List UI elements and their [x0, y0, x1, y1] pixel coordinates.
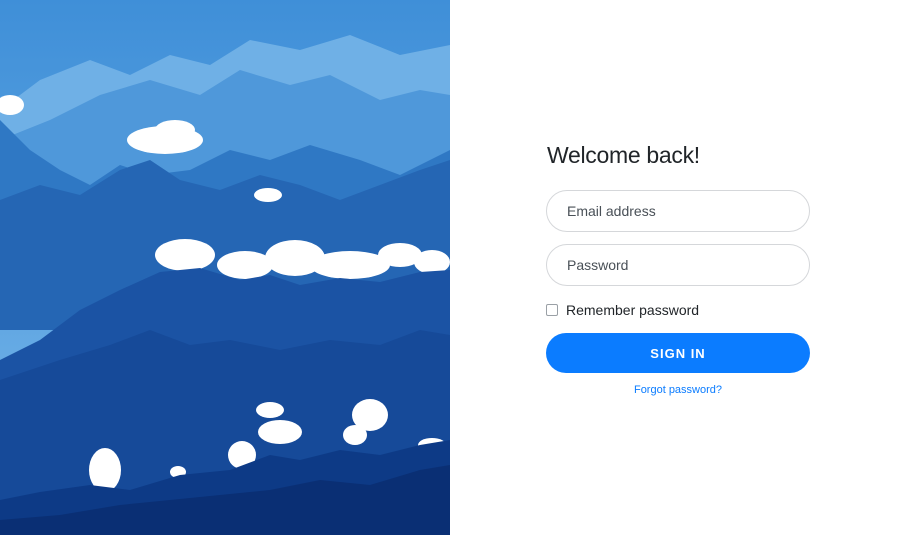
remember-password-checkbox[interactable] [546, 304, 558, 316]
email-field[interactable] [546, 190, 810, 232]
password-field[interactable] [546, 244, 810, 286]
hero-image [0, 0, 450, 535]
login-page: Welcome back! Remember password SIGN IN … [0, 0, 900, 535]
sign-in-button[interactable]: SIGN IN [546, 333, 810, 373]
remember-password-label[interactable]: Remember password [566, 302, 699, 318]
login-form: Welcome back! Remember password SIGN IN … [546, 140, 810, 396]
forgot-password-link[interactable]: Forgot password? [546, 384, 810, 396]
login-panel: Welcome back! Remember password SIGN IN … [450, 0, 900, 535]
page-title: Welcome back! [547, 142, 700, 168]
remember-password-row: Remember password [546, 301, 810, 319]
mountain-landscape-image [0, 0, 450, 535]
